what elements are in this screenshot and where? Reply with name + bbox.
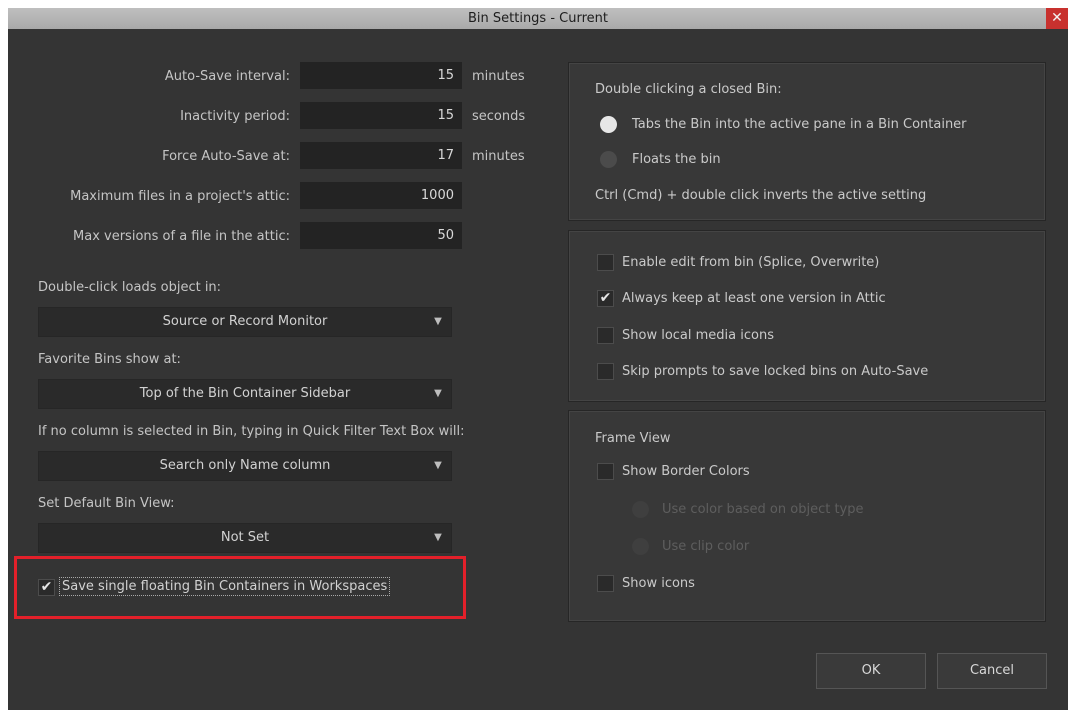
show-icons-label: Show icons [622, 576, 695, 591]
inactivity-period-unit: seconds [472, 109, 526, 124]
cancel-button[interactable]: Cancel [937, 653, 1047, 689]
enable-edit-checkbox[interactable] [597, 254, 614, 271]
quick-filter-label: If no column is selected in Bin, typing … [38, 424, 465, 439]
chevron-down-icon: ▼ [434, 388, 442, 399]
floats-bin-radio[interactable] [600, 151, 617, 168]
frame-view-title: Frame View [595, 431, 671, 446]
bin-settings-dialog: Bin Settings - Current ✕ Auto-Save inter… [8, 8, 1068, 710]
title-bar[interactable]: Bin Settings - Current [8, 8, 1068, 29]
tabs-bin-label: Tabs the Bin into the active pane in a B… [632, 117, 967, 132]
double-click-value: Source or Record Monitor [162, 314, 328, 329]
inactivity-period-label: Inactivity period: [180, 109, 290, 124]
inactivity-period-field[interactable]: 15 [300, 102, 462, 129]
quick-filter-value: Search only Name column [159, 458, 331, 473]
clip-color-label: Use clip color [662, 539, 750, 554]
max-versions-field[interactable]: 50 [300, 222, 462, 249]
border-colors-label: Show Border Colors [622, 464, 750, 479]
tabs-bin-radio[interactable] [600, 116, 617, 133]
force-autosave-label: Force Auto-Save at: [162, 149, 290, 164]
save-floating-checkbox[interactable]: ✔ [38, 579, 55, 596]
autosave-interval-label: Auto-Save interval: [164, 69, 290, 84]
favorite-bins-dropdown[interactable]: Top of the Bin Container Sidebar ▼ [38, 379, 452, 409]
force-autosave-unit: minutes [472, 149, 525, 164]
chevron-down-icon: ▼ [434, 532, 442, 543]
save-floating-label[interactable]: Save single floating Bin Containers in W… [59, 577, 391, 596]
keep-version-label: Always keep at least one version in Atti… [622, 291, 886, 306]
keep-version-checkbox[interactable]: ✔ [597, 290, 614, 307]
max-attic-files-field[interactable]: 1000 [300, 182, 462, 209]
default-view-dropdown[interactable]: Not Set ▼ [38, 523, 452, 553]
chevron-down-icon: ▼ [434, 460, 442, 471]
max-versions-label: Max versions of a file in the attic: [73, 229, 290, 244]
default-view-label: Set Default Bin View: [38, 496, 175, 511]
autosave-interval-field[interactable]: 15 [300, 62, 462, 89]
double-click-dropdown[interactable]: Source or Record Monitor ▼ [38, 307, 452, 337]
skip-prompts-checkbox[interactable] [597, 363, 614, 380]
force-autosave-field[interactable]: 17 [300, 142, 462, 169]
object-type-radio[interactable] [632, 501, 649, 518]
ok-button[interactable]: OK [816, 653, 926, 689]
max-attic-files-label: Maximum files in a project's attic: [70, 189, 290, 204]
invert-hint: Ctrl (Cmd) + double click inverts the ac… [595, 188, 927, 203]
chevron-down-icon: ▼ [434, 316, 442, 327]
skip-prompts-label: Skip prompts to save locked bins on Auto… [622, 364, 929, 379]
object-type-label: Use color based on object type [662, 502, 864, 517]
closed-bin-title: Double clicking a closed Bin: [595, 82, 782, 97]
border-colors-checkbox[interactable] [597, 463, 614, 480]
window-title: Bin Settings - Current [467, 11, 608, 26]
local-media-checkbox[interactable] [597, 327, 614, 344]
floats-bin-label: Floats the bin [632, 152, 721, 167]
double-click-label: Double-click loads object in: [38, 280, 222, 295]
default-view-value: Not Set [220, 530, 270, 545]
quick-filter-dropdown[interactable]: Search only Name column ▼ [38, 451, 452, 481]
close-icon[interactable]: ✕ [1046, 8, 1068, 29]
clip-color-radio[interactable] [632, 538, 649, 555]
favorite-bins-label: Favorite Bins show at: [38, 352, 181, 367]
enable-edit-label: Enable edit from bin (Splice, Overwrite) [622, 255, 880, 270]
autosave-interval-unit: minutes [472, 69, 525, 84]
favorite-bins-value: Top of the Bin Container Sidebar [139, 386, 351, 401]
show-icons-checkbox[interactable] [597, 575, 614, 592]
local-media-label: Show local media icons [622, 328, 774, 343]
